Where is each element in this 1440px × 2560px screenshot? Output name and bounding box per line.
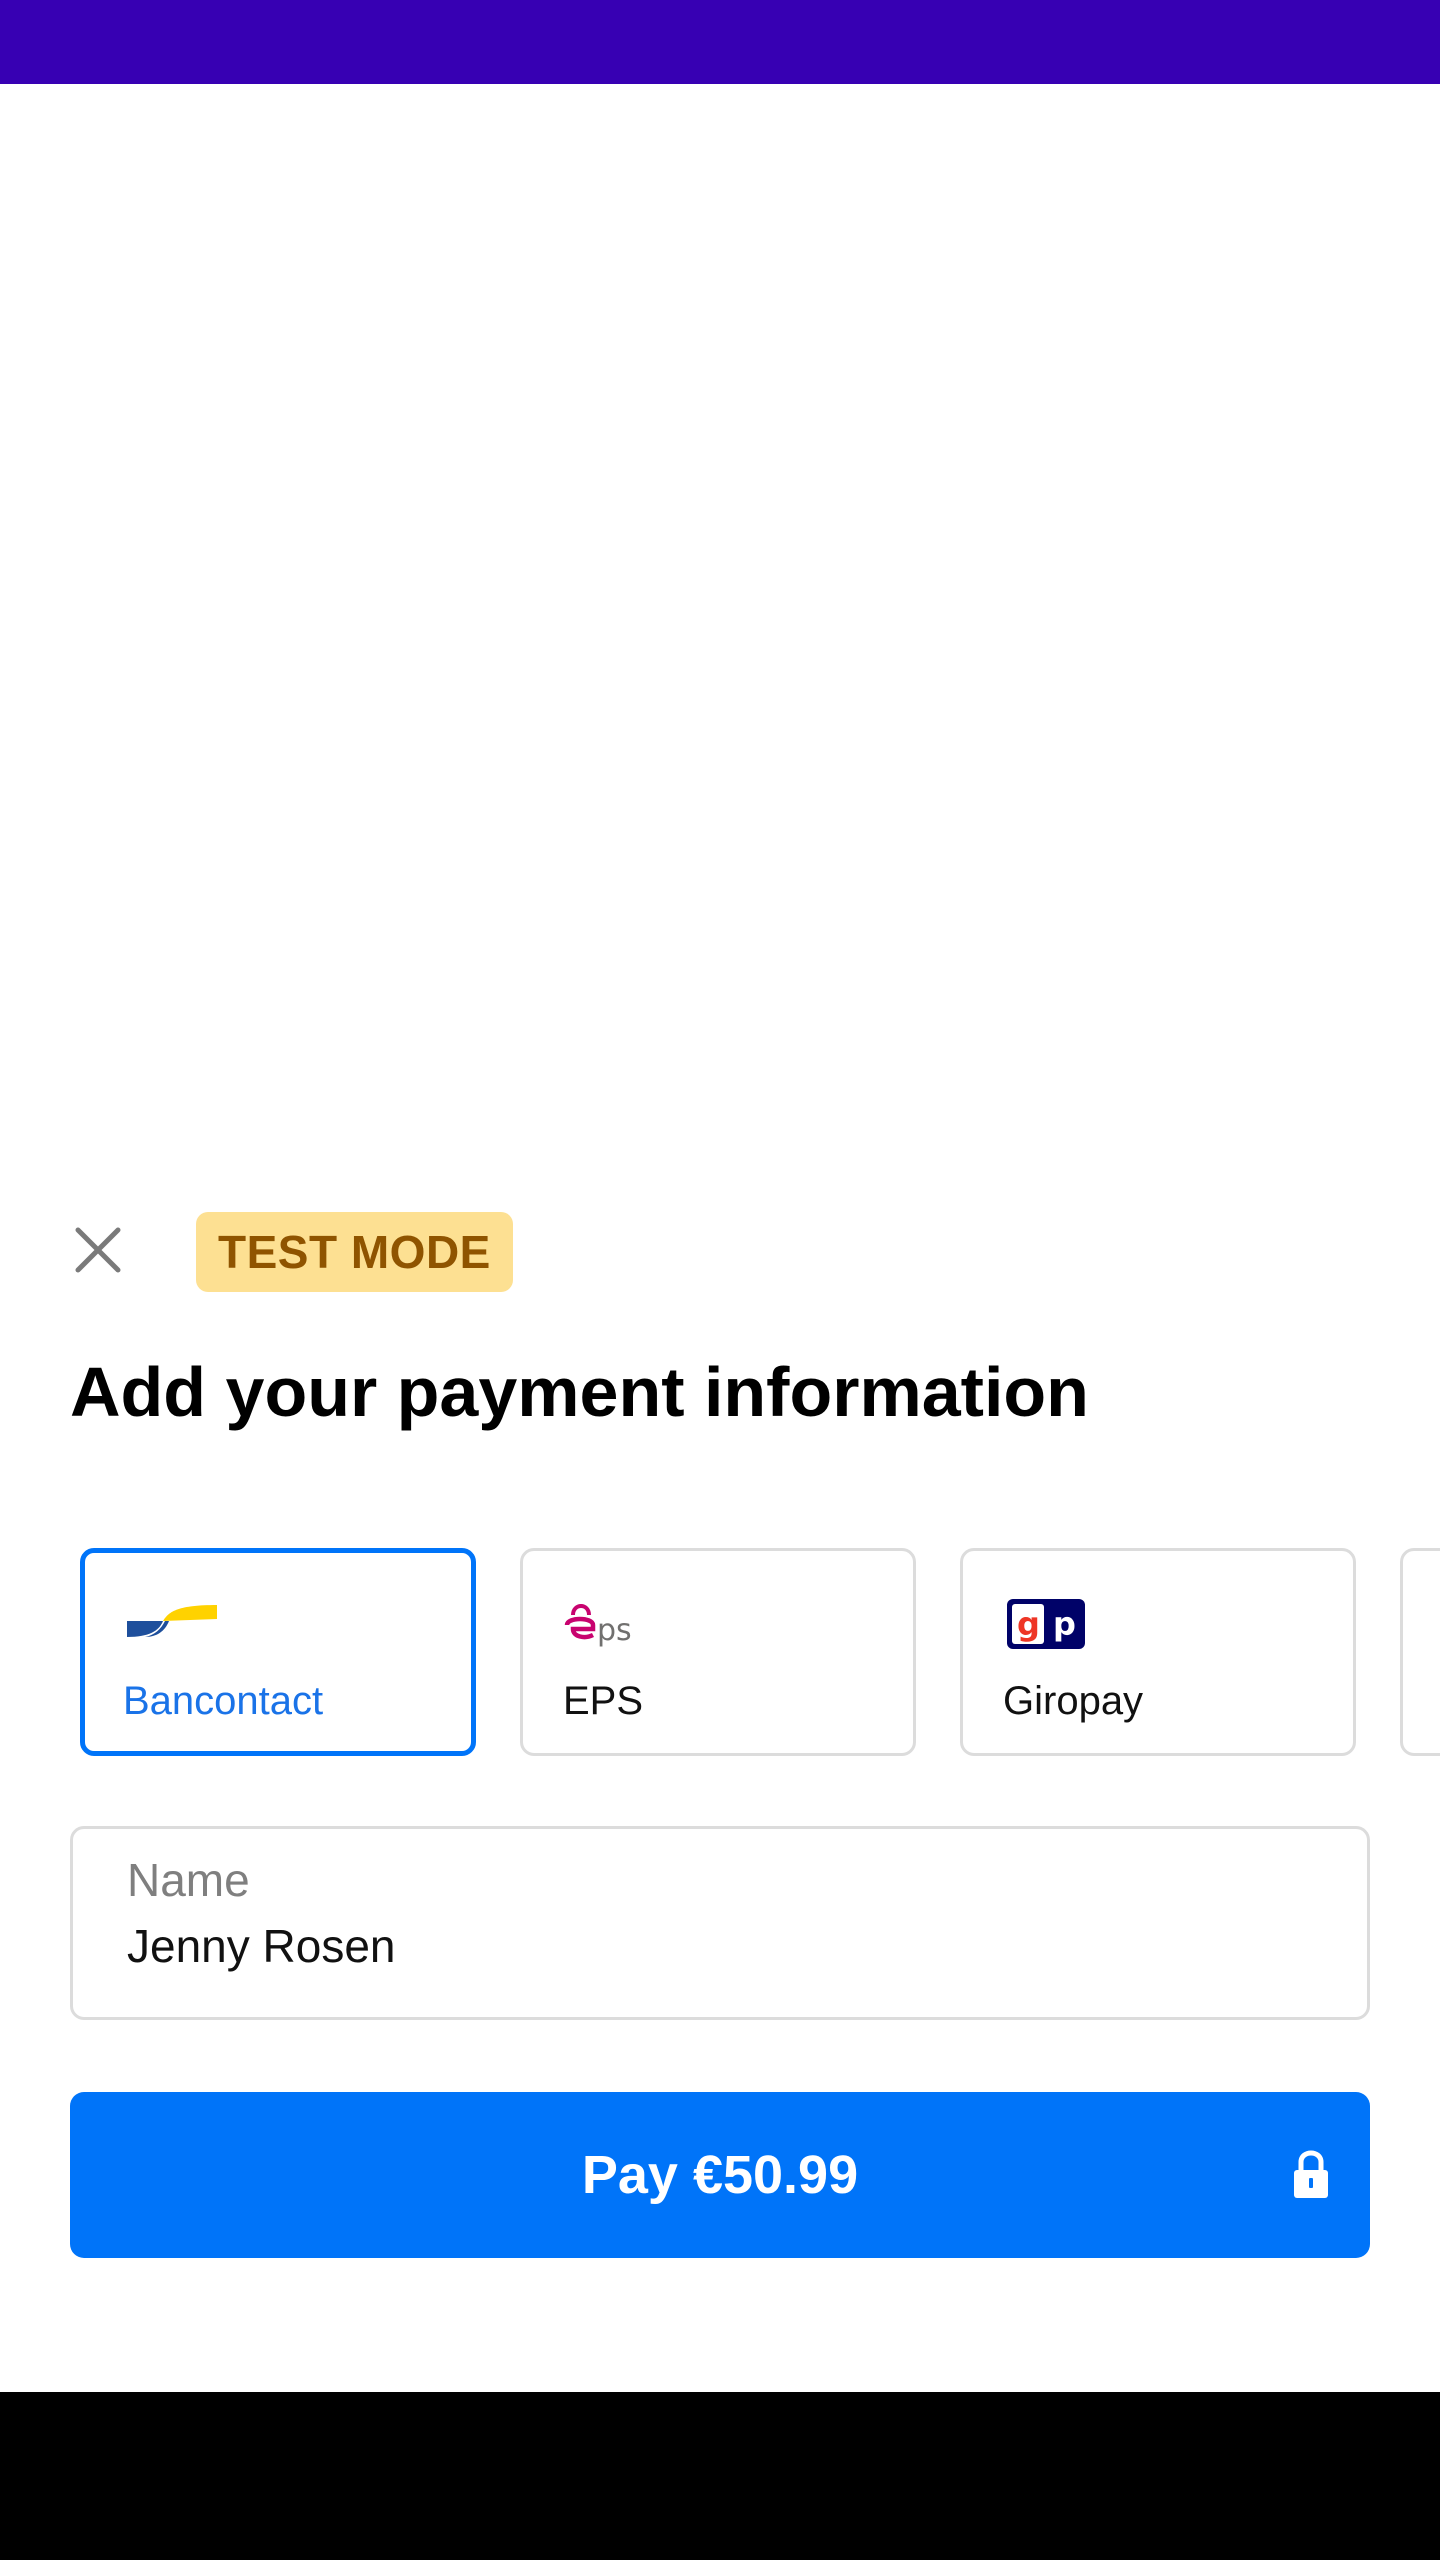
bancontact-logo	[127, 1605, 217, 1637]
svg-text:ps: ps	[597, 1613, 632, 1648]
tab-more[interactable]	[1400, 1548, 1440, 1756]
tab-eps[interactable]: ps EPS	[520, 1548, 916, 1756]
lock-icon	[1294, 2150, 1328, 2198]
tab-label-bancontact: Bancontact	[123, 1679, 324, 1723]
payment-method-tabs: Bancontact ps EPS g p Giropay	[80, 1548, 1440, 1758]
svg-text:p: p	[1053, 1605, 1076, 1643]
tab-label-giropay: Giropay	[1003, 1679, 1144, 1723]
name-field-value[interactable]: Jenny Rosen	[127, 1919, 396, 1973]
test-mode-badge: TEST MODE	[196, 1212, 513, 1292]
svg-text:g: g	[1017, 1605, 1040, 1643]
close-button[interactable]	[58, 1210, 138, 1290]
tab-label-eps: EPS	[563, 1679, 644, 1723]
pay-button-label: Pay €50.99	[581, 2145, 859, 2205]
tab-bancontact[interactable]: Bancontact	[80, 1548, 476, 1756]
pay-button[interactable]: Pay €50.99	[70, 2092, 1370, 2258]
navigation-bar	[0, 2392, 1440, 2560]
tab-giropay[interactable]: g p Giropay	[960, 1548, 1356, 1756]
name-field-label: Name	[127, 1854, 250, 1906]
page-title: Add your payment information	[70, 1353, 1089, 1431]
eps-logo: ps	[564, 1604, 632, 1648]
name-field[interactable]: Name Jenny Rosen	[70, 1826, 1370, 2020]
status-bar	[0, 0, 1440, 84]
close-icon	[75, 1227, 121, 1273]
giropay-logo: g p	[1007, 1599, 1085, 1649]
